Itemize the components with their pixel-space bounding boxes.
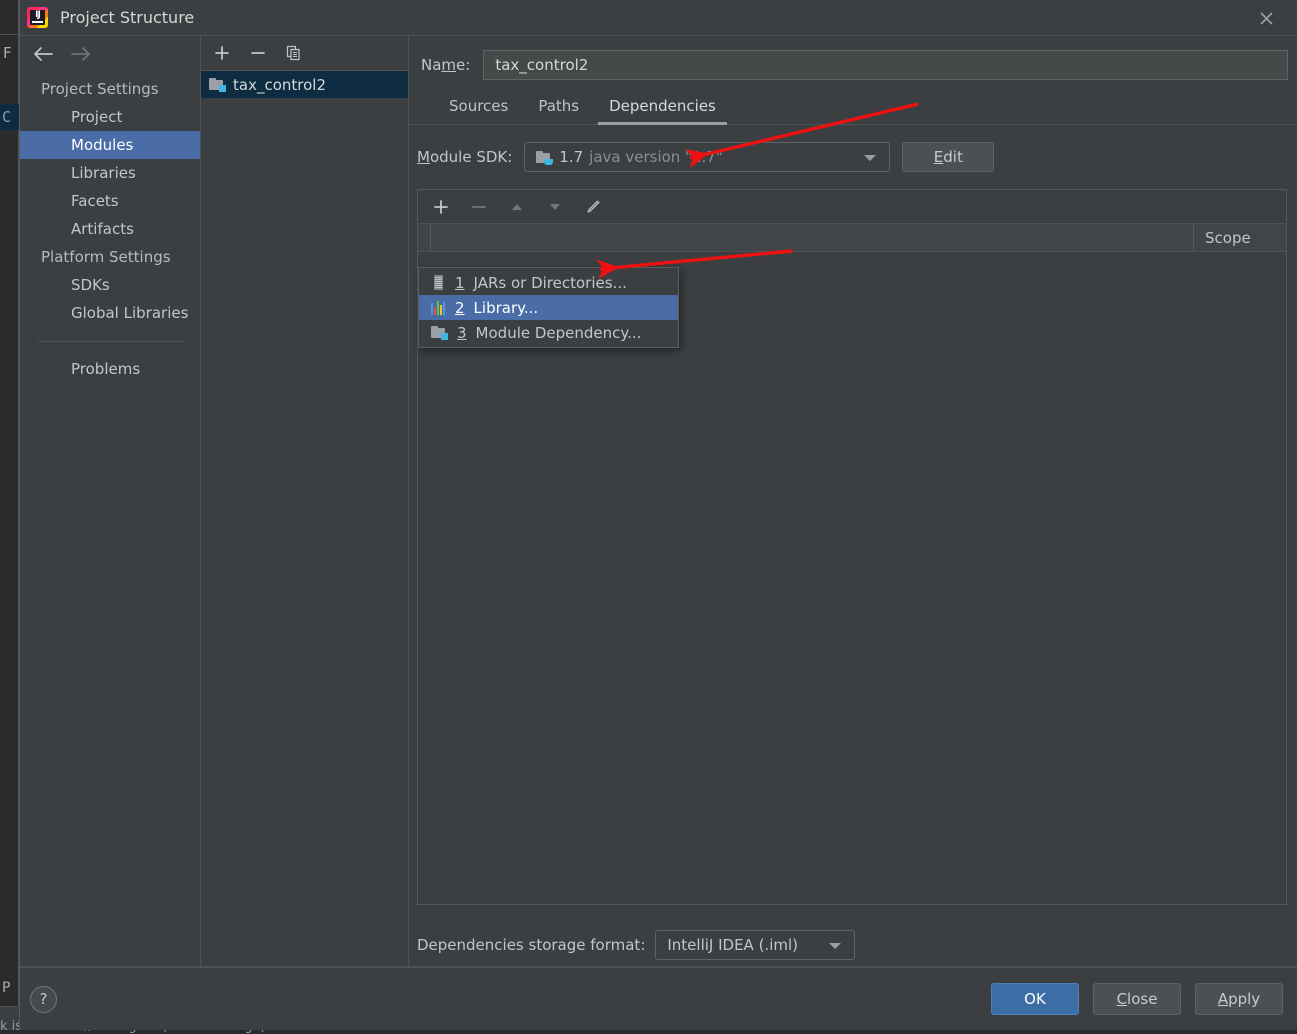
edit-sdk-button-mnemonic: E: [934, 148, 943, 166]
arrow-right-icon[interactable]: [70, 43, 92, 65]
menu-item-label: JARs or Directories...: [474, 274, 627, 292]
background-menu-fragment: F: [3, 44, 12, 62]
module-icon: [209, 77, 226, 92]
sidebar-item-modules[interactable]: Modules: [20, 131, 200, 159]
module-name-input[interactable]: tax_control2: [483, 50, 1288, 80]
dialog-action-buttons: OK Close Apply: [991, 983, 1283, 1015]
dialog-footer: ? OK Close Apply: [20, 967, 1297, 1030]
sidebar-list: Project Settings Project Modules Librari…: [20, 72, 200, 383]
module-label: tax_control2: [233, 76, 326, 94]
module-sdk-row: Module SDK: 1.7 java version "1.7" Edit: [409, 125, 1297, 172]
jdk-icon: [536, 150, 553, 165]
intellij-idea-icon: IJ: [27, 7, 48, 28]
menu-item-mnemonic: 3: [457, 324, 467, 342]
arrow-left-icon[interactable]: [32, 43, 54, 65]
project-structure-dialog: IJ Project Structure: [19, 0, 1297, 1030]
plus-icon[interactable]: [430, 196, 452, 218]
menu-item-jars-or-directories[interactable]: 1 JARs or Directories...: [419, 270, 678, 295]
dependencies-table-body[interactable]: [418, 252, 1286, 904]
module-editor-panel: Name: tax_control2 Sources Paths Depende…: [409, 36, 1297, 967]
arrow-up-icon[interactable]: [506, 196, 528, 218]
sidebar-item-sdks[interactable]: SDKs: [20, 271, 200, 299]
help-button[interactable]: ?: [30, 986, 57, 1013]
arrow-down-icon[interactable]: [544, 196, 566, 218]
module-sdk-label: Module SDK:: [417, 148, 512, 166]
menu-item-mnemonic: 1: [455, 274, 465, 292]
library-icon: [431, 300, 446, 315]
module-name-row: Name: tax_control2: [409, 36, 1297, 80]
dependencies-column-name: [431, 224, 1194, 251]
sidebar-group-platform-settings: Platform Settings: [20, 243, 200, 271]
dependencies-column-scope: Scope: [1194, 224, 1286, 251]
dependencies-storage-row: Dependencies storage format: IntelliJ ID…: [409, 905, 1297, 967]
module-sdk-detail: java version "1.7": [589, 148, 723, 166]
apply-button-mnemonic: A: [1218, 990, 1228, 1008]
settings-sidebar: Project Settings Project Modules Librari…: [20, 36, 201, 967]
chevron-down-icon[interactable]: [829, 943, 841, 949]
background-divider: [0, 34, 19, 35]
jar-icon: [431, 275, 446, 290]
background-code-fragment: C: [2, 108, 11, 126]
add-dependency-context-menu: 1 JARs or Directories... 2 Library...: [418, 267, 679, 348]
module-icon: [431, 325, 448, 340]
copy-icon[interactable]: [283, 42, 305, 64]
menu-item-label: Module Dependency...: [476, 324, 642, 342]
apply-button[interactable]: Apply: [1195, 983, 1283, 1015]
modules-panel: tax_control2: [201, 36, 409, 967]
close-icon[interactable]: [1253, 6, 1279, 30]
module-list-item[interactable]: tax_control2: [201, 71, 408, 98]
dialog-titlebar: IJ Project Structure: [20, 0, 1297, 36]
close-button[interactable]: Close: [1093, 983, 1181, 1015]
sidebar-item-artifacts[interactable]: Artifacts: [20, 215, 200, 243]
menu-item-label: Library...: [474, 299, 539, 317]
menu-item-library[interactable]: 2 Library...: [419, 295, 678, 320]
dialog-body: Project Settings Project Modules Librari…: [20, 36, 1297, 967]
sidebar-item-facets[interactable]: Facets: [20, 187, 200, 215]
tab-dependencies[interactable]: Dependencies: [594, 92, 731, 124]
background-code-highlight: C: [0, 104, 19, 130]
module-name-label-mnemonic: m: [441, 56, 456, 74]
module-sdk-version: 1.7: [559, 148, 583, 166]
modules-toolbar: [201, 36, 408, 71]
close-button-mnemonic: C: [1117, 990, 1127, 1008]
module-sdk-combobox[interactable]: 1.7 java version "1.7": [524, 142, 890, 172]
minus-icon[interactable]: [468, 196, 490, 218]
chevron-down-icon[interactable]: [864, 155, 876, 161]
plus-icon[interactable]: [211, 42, 233, 64]
dependencies-column-export: [418, 224, 431, 251]
background-left-strip: F C P k: [0, 0, 19, 1030]
sidebar-item-project[interactable]: Project: [20, 103, 200, 131]
menu-item-mnemonic: 2: [455, 299, 465, 317]
dependencies-toolbar: [418, 190, 1286, 224]
background-fragment-p: P: [2, 980, 10, 996]
sidebar-item-global-libraries[interactable]: Global Libraries: [20, 299, 200, 327]
dependencies-table-header: Scope: [418, 224, 1286, 252]
pencil-icon[interactable]: [582, 196, 604, 218]
ok-button[interactable]: OK: [991, 983, 1079, 1015]
minus-icon[interactable]: [247, 42, 269, 64]
module-name-label: Name:: [421, 56, 470, 74]
module-tabs: Sources Paths Dependencies: [409, 80, 1297, 125]
dialog-title: Project Structure: [60, 8, 194, 27]
module-sdk-label-mnemonic: M: [417, 148, 430, 166]
sidebar-group-project-settings: Project Settings: [20, 75, 200, 103]
navigation-arrows: [20, 36, 200, 72]
menu-item-module-dependency[interactable]: 3 Module Dependency...: [419, 320, 678, 345]
edit-sdk-button[interactable]: Edit: [902, 142, 994, 172]
sidebar-problems-wrap: Problems: [20, 342, 200, 383]
sidebar-item-libraries[interactable]: Libraries: [20, 159, 200, 187]
dependencies-storage-value: IntelliJ IDEA (.iml): [667, 936, 798, 954]
tab-sources[interactable]: Sources: [434, 92, 523, 124]
dependencies-storage-combobox[interactable]: IntelliJ IDEA (.iml): [655, 930, 855, 960]
sidebar-item-problems[interactable]: Problems: [20, 355, 200, 383]
dependencies-storage-label: Dependencies storage format:: [417, 936, 645, 954]
tab-paths[interactable]: Paths: [523, 92, 594, 124]
modules-list: tax_control2: [201, 71, 408, 98]
